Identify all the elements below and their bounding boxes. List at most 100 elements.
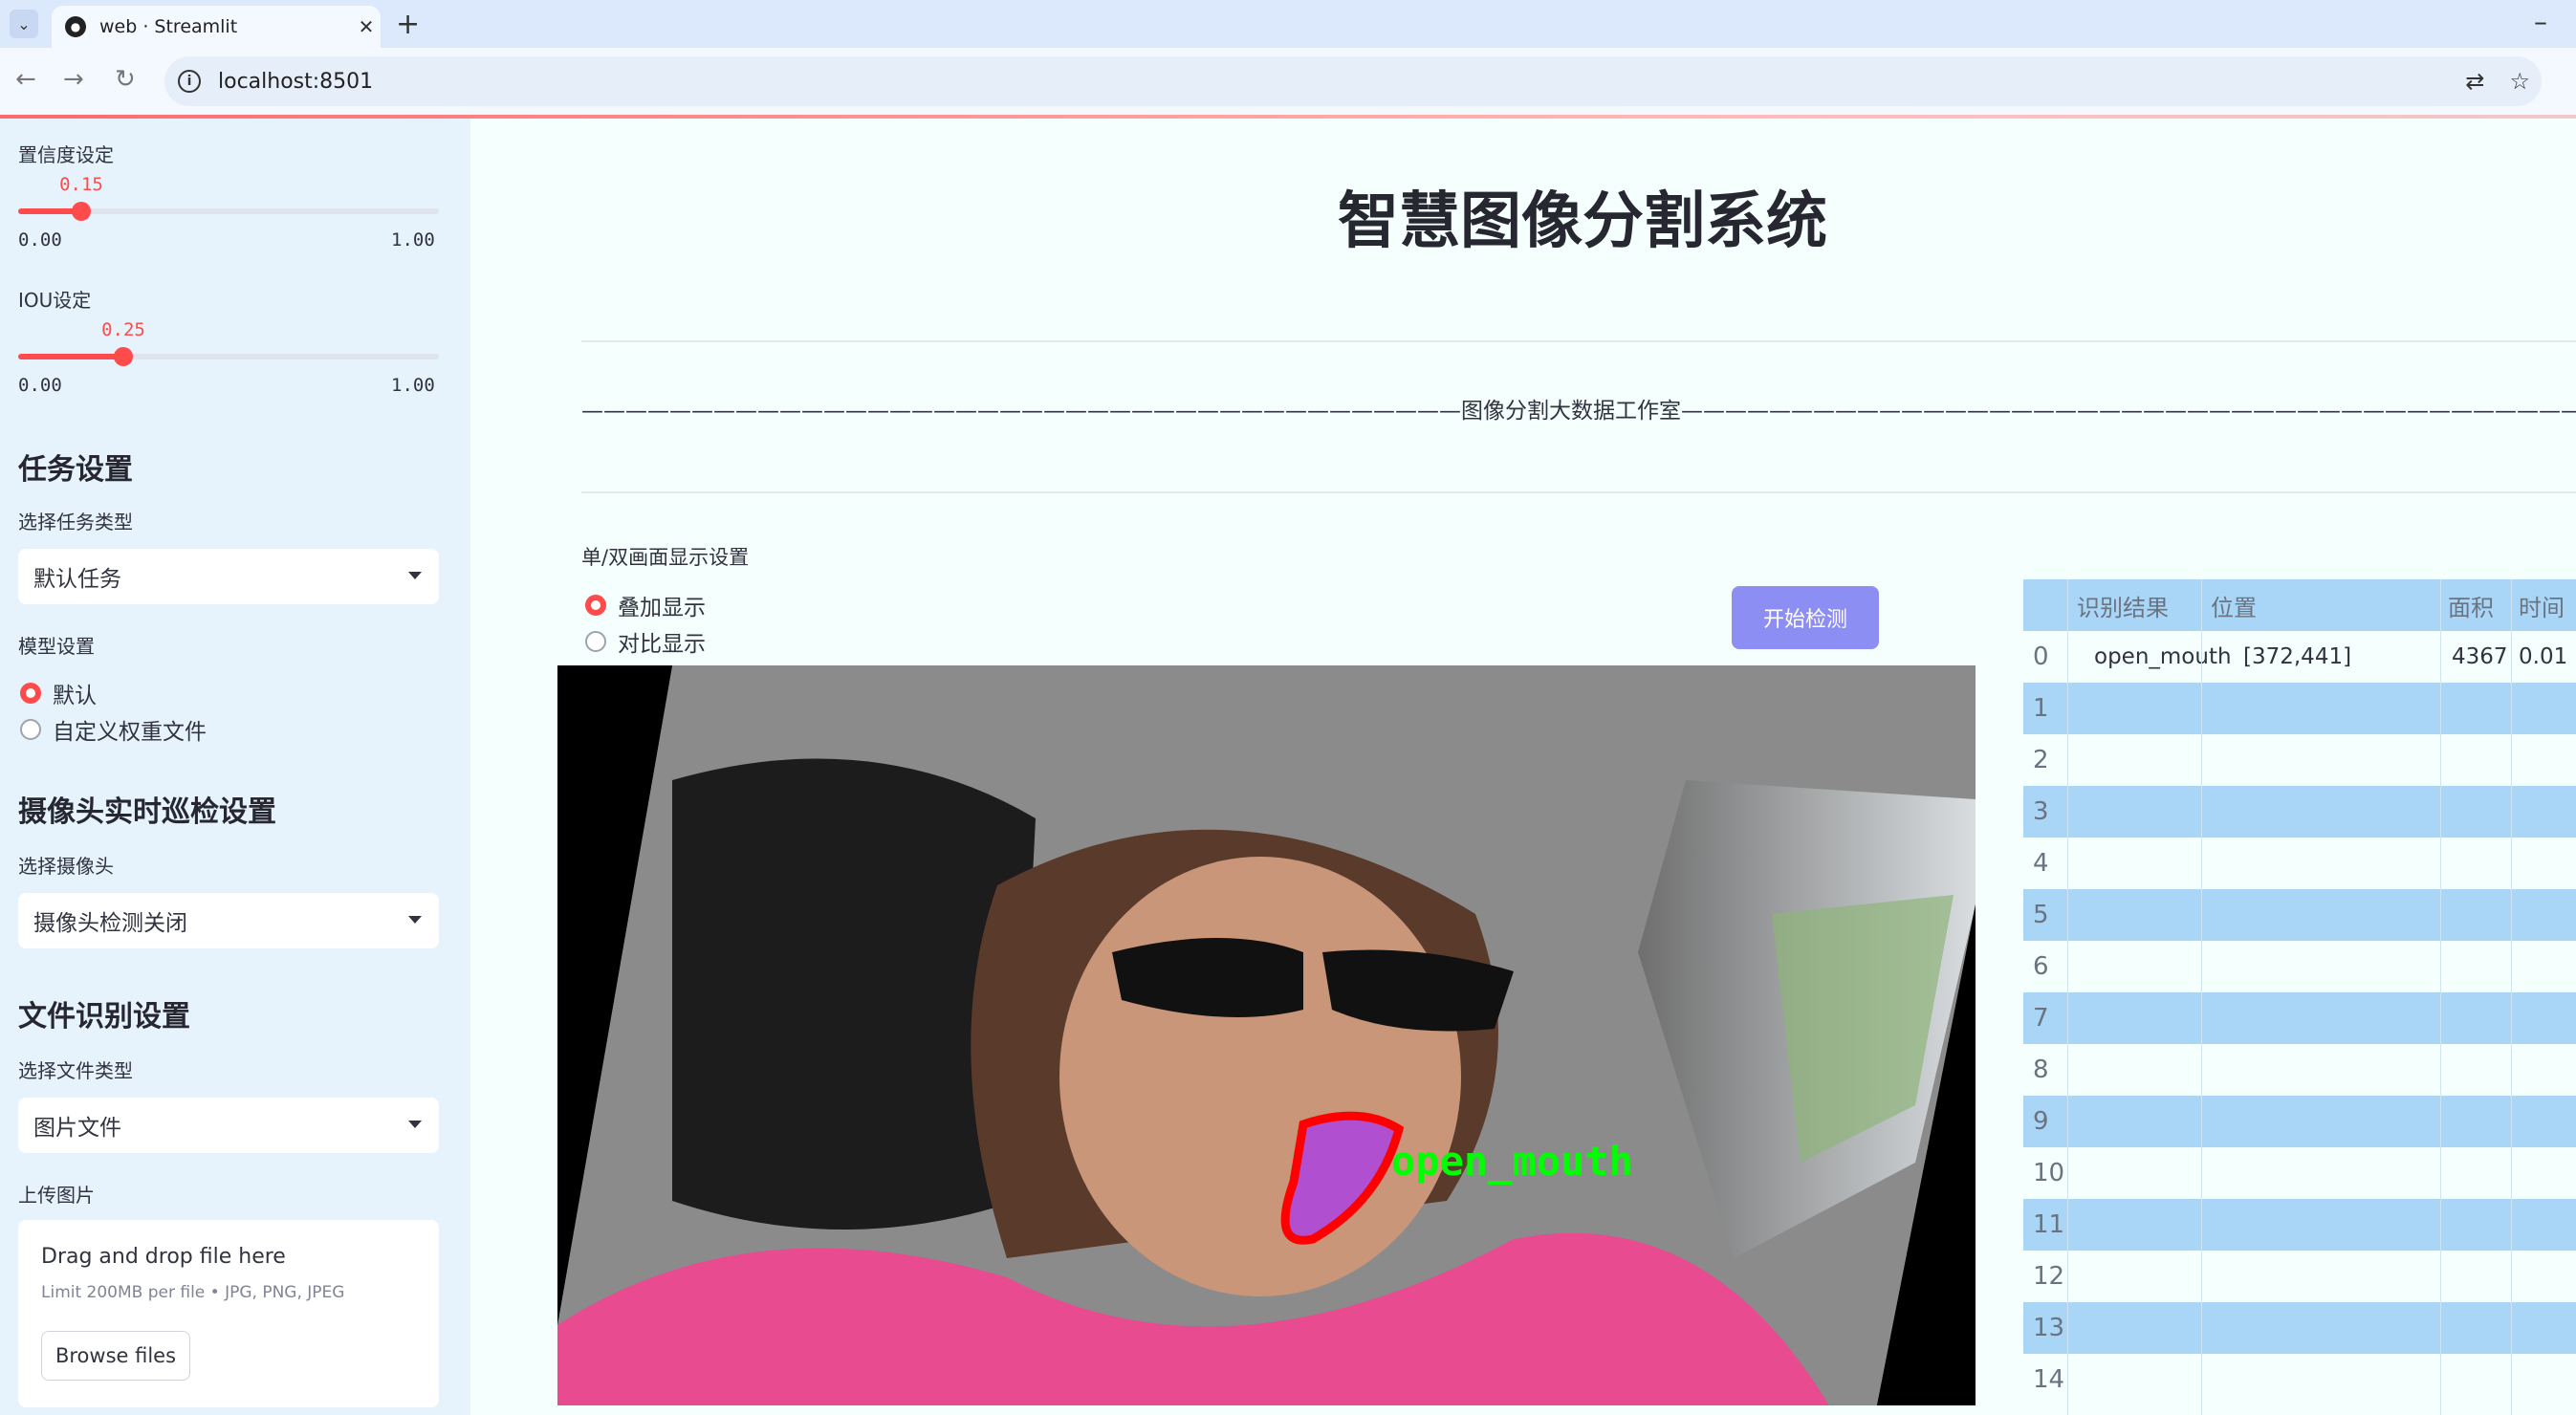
confidence-value: 0.15 xyxy=(59,174,103,195)
file-type-select[interactable]: 图片文件 xyxy=(18,1098,439,1153)
table-row[interactable]: 11 xyxy=(2023,1199,2576,1251)
bookmark-star-icon[interactable]: ☆ xyxy=(2509,68,2530,95)
column-divider xyxy=(2440,579,2441,1415)
chevron-down-icon xyxy=(408,1121,422,1128)
url-omnibox[interactable]: i localhost:8501 ⇄ ☆ xyxy=(164,56,2542,106)
display-option-compare[interactable]: 对比显示 xyxy=(585,625,706,658)
row-index: 10 xyxy=(2033,1159,2065,1187)
row-index: 8 xyxy=(2033,1056,2049,1084)
row-index: 4 xyxy=(2033,849,2049,878)
table-row[interactable]: 7 xyxy=(2023,992,2576,1044)
table-row[interactable]: 3 xyxy=(2023,786,2576,838)
file-dropzone[interactable]: Drag and drop file here Limit 200MB per … xyxy=(18,1220,439,1407)
table-row[interactable]: 14 xyxy=(2023,1354,2576,1405)
camera-select[interactable]: 摄像头检测关闭 xyxy=(18,893,439,948)
start-detection-button[interactable]: 开始检测 xyxy=(1732,586,1879,649)
translate-icon[interactable]: ⇄ xyxy=(2465,68,2484,95)
header-position: 位置 xyxy=(2211,594,2257,621)
divider-top xyxy=(581,340,2576,342)
display-option-label: 对比显示 xyxy=(618,632,706,657)
site-info-icon[interactable]: i xyxy=(178,70,201,93)
table-row[interactable]: 4 xyxy=(2023,838,2576,889)
chevron-down-icon xyxy=(408,916,422,924)
table-row[interactable]: 2 xyxy=(2023,734,2576,786)
table-row[interactable]: 1 xyxy=(2023,683,2576,734)
iou-slider-thumb[interactable] xyxy=(114,347,133,366)
task-section-heading: 任务设置 xyxy=(18,453,133,487)
table-row[interactable]: 9 xyxy=(2023,1096,2576,1147)
task-type-select[interactable]: 默认任务 xyxy=(18,549,439,604)
row-index: 6 xyxy=(2033,952,2049,981)
row-index: 5 xyxy=(2033,901,2049,929)
model-label: 模型设置 xyxy=(18,635,95,658)
face xyxy=(1059,857,1461,1296)
row-index: 9 xyxy=(2033,1107,2049,1136)
forward-arrow-icon[interactable]: → xyxy=(63,65,84,94)
iou-max: 1.00 xyxy=(391,375,435,396)
camera-label: 选择摄像头 xyxy=(18,855,114,878)
task-type-label: 选择任务类型 xyxy=(18,511,133,533)
reload-icon[interactable]: ↻ xyxy=(115,65,136,94)
row-index: 14 xyxy=(2033,1365,2065,1394)
column-divider xyxy=(2067,579,2068,1415)
display-option-overlay[interactable]: 叠加显示 xyxy=(585,589,706,621)
streamlit-favicon-icon: ● xyxy=(65,16,86,37)
upload-label: 上传图片 xyxy=(18,1184,95,1207)
browse-files-button[interactable]: Browse files xyxy=(41,1331,190,1381)
table-row[interactable]: 13 xyxy=(2023,1302,2576,1354)
cell-time: 0.01 xyxy=(2519,644,2568,669)
row-index: 12 xyxy=(2033,1262,2065,1291)
browser-tab-bar: ⌄ ● web · Streamlit ✕ + – xyxy=(0,0,2576,48)
browser-tab[interactable]: ● web · Streamlit ✕ xyxy=(52,6,381,48)
url-text[interactable]: localhost:8501 xyxy=(218,70,373,94)
model-option-custom[interactable]: 自定义权重文件 xyxy=(20,713,207,746)
model-option-default[interactable]: 默认 xyxy=(20,677,97,709)
iou-value: 0.25 xyxy=(101,319,145,340)
confidence-slider[interactable] xyxy=(18,202,439,221)
file-type-value: 图片文件 xyxy=(33,1116,121,1141)
model-option-label: 默认 xyxy=(53,684,97,708)
camera-section-heading: 摄像头实时巡检设置 xyxy=(18,795,276,829)
table-row[interactable]: 5 xyxy=(2023,889,2576,941)
model-option-label: 自定义权重文件 xyxy=(53,720,207,745)
row-index: 3 xyxy=(2033,797,2049,826)
detection-label: open_mouth xyxy=(1391,1138,1633,1185)
tab-title: web · Streamlit xyxy=(99,16,238,37)
row-index: 2 xyxy=(2033,746,2049,774)
task-type-value: 默认任务 xyxy=(33,567,121,592)
chevron-down-icon xyxy=(408,572,422,579)
window-minimize-icon[interactable]: – xyxy=(2534,6,2547,37)
iou-slider-fill xyxy=(18,354,123,359)
camera-value: 摄像头检测关闭 xyxy=(33,911,187,936)
table-row[interactable]: 0 open_mouth [372,441] 4367 0.01 xyxy=(2023,631,2576,683)
confidence-min: 0.00 xyxy=(18,229,62,250)
iou-label: IOU设定 xyxy=(18,289,92,312)
radio-selected-icon[interactable] xyxy=(20,683,41,704)
iou-slider[interactable] xyxy=(18,347,439,366)
display-option-label: 叠加显示 xyxy=(618,596,706,620)
table-row[interactable]: 6 xyxy=(2023,941,2576,992)
tab-search-chevron-icon[interactable]: ⌄ xyxy=(10,10,38,38)
row-index: 13 xyxy=(2033,1314,2065,1342)
row-index: 11 xyxy=(2033,1210,2065,1239)
dropzone-limit: Limit 200MB per file • JPG, PNG, JPEG xyxy=(41,1283,345,1302)
table-row[interactable]: 12 xyxy=(2023,1251,2576,1302)
table-header-row: 识别结果 位置 面积 时间 xyxy=(2023,579,2576,631)
radio-unselected-icon[interactable] xyxy=(585,631,606,652)
new-tab-icon[interactable]: + xyxy=(396,8,420,41)
table-row[interactable]: 8 xyxy=(2023,1044,2576,1096)
results-table[interactable]: 识别结果 位置 面积 时间 0 open_mouth [372,441] 4367 0.… xyxy=(2023,579,2576,1415)
table-row[interactable]: 10 xyxy=(2023,1147,2576,1199)
radio-unselected-icon[interactable] xyxy=(20,719,41,740)
iou-min: 0.00 xyxy=(18,375,62,396)
header-result: 识别结果 xyxy=(2077,594,2169,621)
dropzone-title: Drag and drop file here xyxy=(41,1245,286,1269)
header-time: 时间 xyxy=(2519,594,2565,621)
file-section-heading: 文件识别设置 xyxy=(18,1000,190,1034)
detection-frame-svg: open_mouth xyxy=(557,665,1976,1405)
confidence-slider-thumb[interactable] xyxy=(72,202,91,221)
back-arrow-icon[interactable]: ← xyxy=(15,65,36,94)
tab-close-icon[interactable]: ✕ xyxy=(352,15,381,38)
address-bar: ← → ↻ i localhost:8501 ⇄ ☆ xyxy=(0,48,2576,115)
radio-selected-icon[interactable] xyxy=(585,595,606,616)
